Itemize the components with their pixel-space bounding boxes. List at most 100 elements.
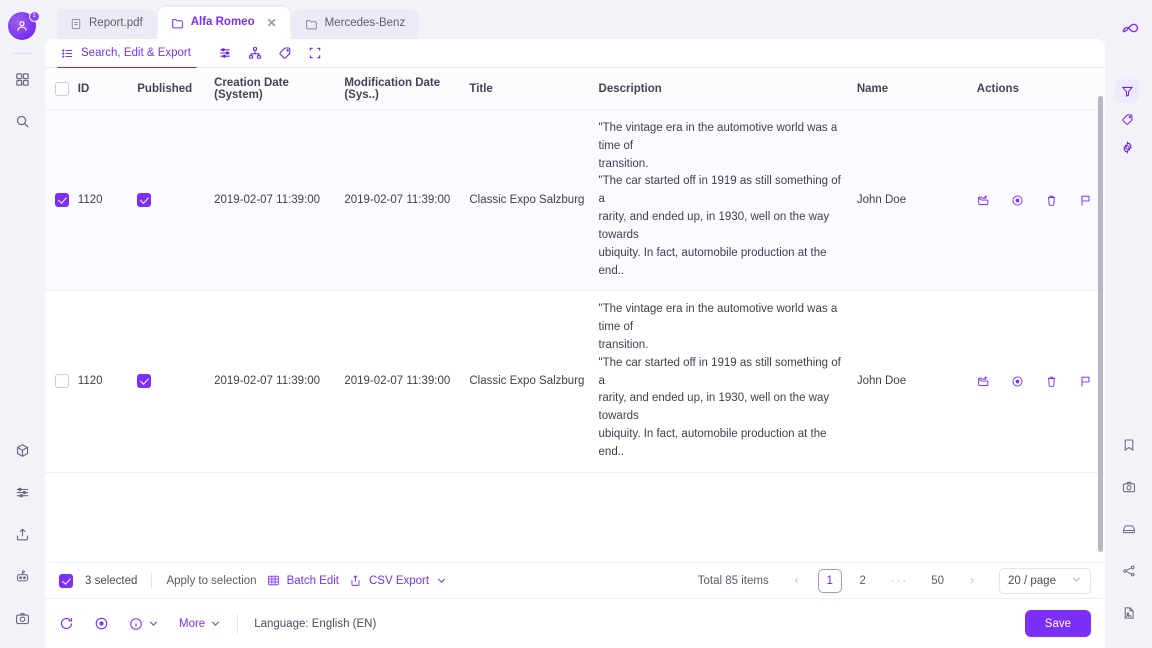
column-header-title[interactable]: Title — [469, 68, 599, 110]
pagination: Total 85 items ‹ 1 2 ··· 50 › 20 / page — [697, 567, 1091, 594]
right-sidebar-bottom-group — [1113, 424, 1145, 648]
tab-search-edit-export[interactable]: Search, Edit & Export — [57, 39, 197, 69]
tab-label: Mercedes-Benz — [324, 17, 406, 30]
page-button-1[interactable]: 1 — [817, 568, 842, 593]
delete-icon[interactable] — [1045, 375, 1058, 388]
cell-modification-date: 2019-02-07 11:39:00 — [344, 290, 470, 473]
column-header-name[interactable]: Name — [856, 68, 977, 110]
column-header-modification-date[interactable]: Modification Date (Sys..) — [344, 68, 470, 110]
column-header-creation-date[interactable]: Creation Date (System) — [214, 68, 345, 110]
bookmark-icon[interactable] — [1113, 429, 1145, 461]
data-table: ID Published Creation Date (System) Modi… — [45, 68, 1105, 473]
cell-published — [137, 290, 215, 473]
cell-modification-date: 2019-02-07 11:39:00 — [344, 109, 470, 292]
prev-page-button[interactable]: ‹ — [785, 569, 809, 593]
total-items-label: Total 85 items — [697, 574, 769, 587]
cube-icon[interactable] — [7, 434, 39, 466]
tab-alfa-romeo[interactable]: Alfa Romeo ✕ — [157, 7, 290, 39]
robot-icon[interactable] — [7, 560, 39, 592]
table-scrollbar[interactable] — [1098, 96, 1103, 552]
column-header-id[interactable]: ID — [77, 68, 138, 110]
selected-count-label: 3 selected — [85, 574, 138, 587]
more-label: More — [179, 617, 206, 630]
tag-icon[interactable] — [1115, 107, 1139, 131]
sub-tab-label: Search, Edit & Export — [81, 47, 191, 59]
share-network-icon[interactable] — [1113, 555, 1145, 587]
row-checkbox[interactable] — [55, 374, 69, 389]
row-select-cell — [45, 290, 78, 473]
avatar[interactable]: 1 — [7, 11, 40, 42]
flag-icon[interactable] — [1079, 375, 1092, 388]
cell-actions — [976, 290, 1105, 473]
description-line: rarity, and ended up, in 1930, well on t… — [598, 392, 830, 423]
expand-icon[interactable] — [300, 39, 330, 68]
main-area: Report.pdf Alfa Romeo ✕ Mercedes-Benz Se… — [45, 0, 1139, 648]
column-header-published[interactable]: Published — [137, 68, 215, 110]
sliders-icon[interactable] — [210, 39, 240, 68]
table-row[interactable]: 1120 2019-02-07 11:39:00 2019-02-07 11:3… — [45, 290, 1105, 473]
row-checkbox[interactable] — [55, 193, 69, 208]
car-icon[interactable] — [1113, 513, 1145, 545]
delete-icon[interactable] — [1045, 194, 1058, 207]
page-button-2[interactable]: 2 — [851, 569, 875, 593]
cell-description: "The vintage era in the automotive world… — [598, 109, 857, 292]
description-line: "The car started off in 1919 as still so… — [598, 175, 841, 206]
camera-icon[interactable] — [7, 602, 39, 634]
search-icon[interactable] — [7, 105, 39, 137]
panel-tool-strip — [1115, 79, 1139, 159]
csv-export-button[interactable]: CSV Export — [349, 574, 447, 587]
selection-checkbox[interactable] — [59, 573, 73, 588]
column-header-description[interactable]: Description — [598, 68, 857, 110]
next-page-button[interactable]: › — [960, 569, 984, 593]
sliders-icon[interactable] — [7, 476, 39, 508]
chevron-down-icon — [1071, 574, 1082, 588]
apply-to-selection-button[interactable]: Apply to selection — [166, 575, 256, 587]
cell-published — [137, 109, 215, 292]
sidebar-divider — [11, 53, 34, 54]
published-checkbox[interactable] — [137, 374, 152, 389]
chevron-down-icon — [438, 578, 446, 583]
divider — [237, 613, 239, 634]
tab-report-pdf[interactable]: Report.pdf — [57, 9, 156, 39]
left-sidebar: 1 — [0, 0, 45, 648]
gear-icon[interactable] — [1115, 135, 1139, 159]
chevron-down-icon — [149, 621, 158, 626]
camera-icon[interactable] — [1113, 471, 1145, 503]
content-panel: Search, Edit & Export ID Published Creat… — [45, 39, 1105, 648]
grid-icon[interactable] — [7, 63, 39, 95]
table-scrollbar-thumb[interactable] — [1098, 96, 1103, 552]
file-image-icon[interactable] — [1113, 597, 1145, 629]
save-button[interactable]: Save — [1024, 610, 1091, 637]
select-all-checkbox[interactable] — [55, 82, 69, 96]
footer-bar: More Language: English (EN) Save — [45, 598, 1105, 648]
upload-icon[interactable] — [7, 518, 39, 550]
filter-icon[interactable] — [1115, 79, 1139, 103]
target-icon[interactable] — [94, 616, 109, 631]
tag-icon[interactable] — [270, 39, 300, 68]
published-checkbox[interactable] — [137, 193, 152, 208]
flag-icon[interactable] — [1079, 194, 1092, 207]
table-row[interactable]: 1120 2019-02-07 11:39:00 2019-02-07 11:3… — [45, 109, 1105, 292]
page-size-label: 20 / page — [1008, 574, 1056, 587]
export-icon[interactable] — [977, 375, 990, 388]
share-upload-icon — [351, 575, 360, 586]
sitemap-icon[interactable] — [240, 39, 270, 68]
preview-icon[interactable] — [1011, 375, 1024, 388]
tab-mercedes-benz[interactable]: Mercedes-Benz — [291, 9, 419, 39]
refresh-icon[interactable] — [59, 616, 74, 631]
batch-edit-button[interactable]: Batch Edit — [267, 574, 339, 587]
preview-icon[interactable] — [1011, 194, 1024, 207]
close-icon[interactable]: ✕ — [267, 16, 277, 30]
info-dropdown[interactable] — [129, 617, 159, 631]
export-icon[interactable] — [977, 194, 990, 207]
logo-icon[interactable] — [1116, 17, 1142, 41]
sub-toolbar: Search, Edit & Export — [45, 39, 1105, 69]
more-menu-button[interactable]: More — [179, 618, 221, 630]
page-ellipsis[interactable]: ··· — [884, 569, 916, 593]
info-icon — [130, 617, 142, 630]
description-line: ubiquity. In fact, automobile production… — [598, 246, 827, 277]
tab-bar: Report.pdf Alfa Romeo ✕ Mercedes-Benz — [45, 0, 1105, 39]
page-size-select[interactable]: 20 / page — [999, 567, 1091, 594]
page-button-50[interactable]: 50 — [924, 569, 951, 593]
cell-title: Classic Expo Salzburg — [469, 290, 599, 473]
